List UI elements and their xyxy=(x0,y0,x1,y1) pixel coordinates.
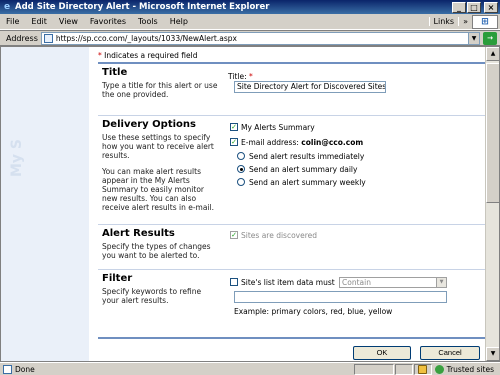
new-alert-form: * Indicates a required field Title Type … xyxy=(98,47,486,361)
address-url: https://sp.cco.com/_layouts/1033/NewAler… xyxy=(55,33,237,43)
security-zone: Trusted sites xyxy=(433,364,500,374)
filter-heading: Filter xyxy=(102,273,133,284)
menu-help[interactable]: Help xyxy=(164,17,194,26)
bottom-divider xyxy=(98,337,486,339)
trusted-zone-icon xyxy=(434,364,444,374)
status-bar: Done Trusted sites xyxy=(0,362,500,375)
sidebar-watermark: My S xyxy=(9,138,25,177)
zone-label: Trusted sites xyxy=(446,364,494,374)
send-immediately-radio[interactable] xyxy=(237,152,245,160)
my-alerts-summary-checkbox[interactable] xyxy=(230,123,238,131)
address-bar: Address https://sp.cco.com/_layouts/1033… xyxy=(0,30,500,46)
delivery-description: Use these settings to specify how you wa… xyxy=(102,133,214,160)
close-button[interactable]: × xyxy=(484,1,498,13)
go-arrow-icon[interactable]: → xyxy=(483,31,497,45)
scroll-thumb[interactable] xyxy=(486,63,499,203)
internet-explorer-icon: e xyxy=(3,2,11,12)
send-weekly-label: Send an alert summary weekly xyxy=(249,178,366,187)
alert-results-section: Alert Results Specify the types of chang… xyxy=(98,225,486,270)
email-label: E-mail address: xyxy=(241,138,299,147)
filter-section: Filter Specify keywords to refine your a… xyxy=(98,270,486,326)
chevron-down-icon: ▼ xyxy=(436,278,446,287)
list-item-data-checkbox[interactable] xyxy=(230,278,238,286)
title-field-label: Title: xyxy=(228,72,247,81)
page-done-icon xyxy=(3,364,12,374)
email-value: colin@cco.com xyxy=(301,138,364,147)
filter-description: Specify keywords to refine your alert re… xyxy=(102,287,202,305)
filter-keywords-input[interactable] xyxy=(234,291,447,303)
email-checkbox[interactable] xyxy=(230,138,238,146)
menu-tools[interactable]: Tools xyxy=(132,17,164,26)
filter-example-text: Example: primary colors, red, blue, yell… xyxy=(234,307,393,316)
status-text: Done xyxy=(15,364,35,374)
left-panel: My S xyxy=(1,47,89,361)
filter-operator-select[interactable]: Contain ▼ xyxy=(339,277,447,288)
delivery-options-section: Delivery Options Use these settings to s… xyxy=(98,116,486,225)
delivery-description-2: You can make alert results appear in the… xyxy=(102,167,214,212)
lock-icon xyxy=(417,364,427,374)
windows-logo-icon: ⊞ xyxy=(472,14,498,29)
menu-file[interactable]: File xyxy=(0,17,25,26)
menu-favorites[interactable]: Favorites xyxy=(84,17,132,26)
page-icon xyxy=(43,33,53,43)
my-alerts-summary-label: My Alerts Summary xyxy=(241,123,315,132)
required-note: * Indicates a required field xyxy=(98,51,198,60)
delivery-heading: Delivery Options xyxy=(102,119,196,130)
ok-button[interactable]: OK xyxy=(353,346,411,360)
menu-view[interactable]: View xyxy=(53,17,84,26)
title-description: Type a title for this alert or use the o… xyxy=(102,81,218,99)
address-input[interactable]: https://sp.cco.com/_layouts/1033/NewAler… xyxy=(40,31,469,45)
window-title-bar[interactable]: e Add Site Directory Alert - Microsoft I… xyxy=(0,0,500,14)
send-daily-label: Send an alert summary daily xyxy=(249,165,358,174)
links-chevron-icon[interactable]: » xyxy=(458,17,472,26)
address-dropdown-icon[interactable]: ▼ xyxy=(469,31,480,45)
title-heading: Title xyxy=(102,67,128,78)
sites-discovered-checkbox xyxy=(230,231,238,239)
required-note-text: Indicates a required field xyxy=(104,51,198,60)
page-viewport: My S * Indicates a required field Title … xyxy=(0,46,500,362)
title-input[interactable]: Site Directory Alert for Discovered Site… xyxy=(234,81,386,93)
send-weekly-radio[interactable] xyxy=(237,178,245,186)
menu-edit[interactable]: Edit xyxy=(25,17,53,26)
cancel-button[interactable]: Cancel xyxy=(420,346,480,360)
send-daily-radio[interactable] xyxy=(237,165,245,173)
vertical-scrollbar[interactable]: ▲ ▼ xyxy=(485,47,499,361)
links-toolbar-label[interactable]: Links xyxy=(428,17,459,26)
minimize-button[interactable]: _ xyxy=(452,1,466,13)
alert-results-description: Specify the types of changes you want to… xyxy=(102,242,211,260)
scroll-down-icon[interactable]: ▼ xyxy=(486,347,499,361)
scroll-up-icon[interactable]: ▲ xyxy=(486,47,499,61)
send-immediately-label: Send alert results immediately xyxy=(249,152,365,161)
address-label: Address xyxy=(6,33,38,43)
list-item-data-label: Site's list item data must xyxy=(241,278,335,287)
window-title: Add Site Directory Alert - Microsoft Int… xyxy=(15,2,270,12)
menu-bar: File Edit View Favorites Tools Help Link… xyxy=(0,14,500,30)
title-section: Title Type a title for this alert or use… xyxy=(98,64,486,116)
filter-operator-value: Contain xyxy=(342,278,371,287)
alert-results-heading: Alert Results xyxy=(102,228,175,239)
required-star: * xyxy=(98,51,102,60)
sites-discovered-label: Sites are discovered xyxy=(241,231,318,240)
required-star: * xyxy=(249,72,253,81)
maximize-button[interactable]: □ xyxy=(467,1,481,13)
